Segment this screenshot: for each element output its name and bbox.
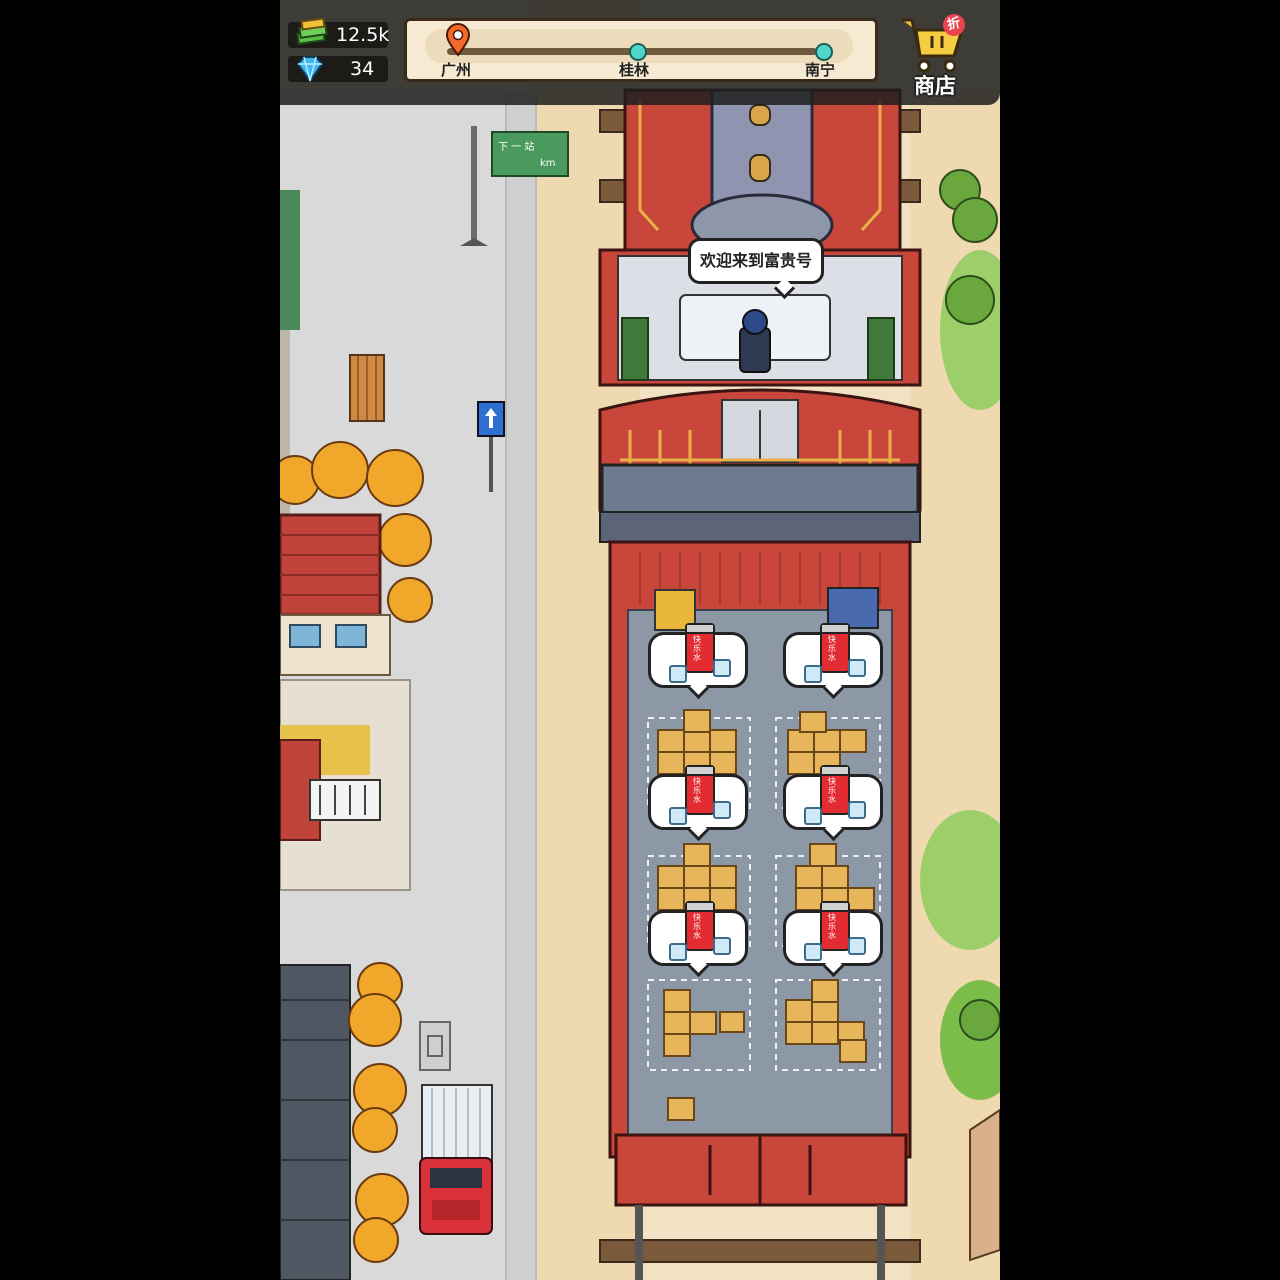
ice-cube-icon (669, 943, 687, 961)
route-stop-label: 南宁 (805, 61, 836, 79)
ice-cube-icon (713, 659, 731, 677)
cola-can-icon: 快乐水 (820, 765, 850, 815)
route-progress-panel: 广州 桂林 南宁 (404, 18, 878, 82)
ice-cube-icon (669, 665, 687, 683)
ice-cube-icon (713, 937, 731, 955)
ice-cube-icon (669, 807, 687, 825)
cola-can-icon: 快乐水 (820, 901, 850, 951)
cargo-request-bubble[interactable]: 快乐水 (783, 623, 883, 688)
cargo-request-bubble[interactable]: 快乐水 (783, 765, 883, 830)
route-stop-label: 广州 (441, 61, 472, 79)
can-label: 快乐水 (693, 777, 701, 804)
shop-label: 商店 (914, 74, 956, 98)
money-counter: 12.5k (288, 18, 390, 48)
ice-cube-icon (713, 801, 731, 819)
can-label: 快乐水 (828, 635, 836, 662)
cola-can-icon: 快乐水 (685, 901, 715, 951)
ice-cube-icon (848, 937, 866, 955)
location-pin-icon (445, 23, 471, 57)
scene-background (280, 0, 1000, 1280)
sign-line-2: km (540, 158, 556, 169)
can-label: 快乐水 (693, 913, 701, 940)
ice-cube-icon (804, 943, 822, 961)
cola-can-icon: 快乐水 (685, 765, 715, 815)
can-label: 快乐水 (693, 635, 701, 662)
ice-cube-icon (848, 659, 866, 677)
game-viewport[interactable]: 下 一 站 km 欢迎来到富贵号 快乐水 快乐水 快乐水 快乐水 快乐水 快乐水 (280, 0, 1000, 1280)
cola-can-icon: 快乐水 (820, 623, 850, 673)
gem-counter: 34 (288, 56, 388, 83)
next-station-sign: 下 一 站 km (498, 140, 568, 172)
ice-cube-icon (848, 801, 866, 819)
cargo-request-bubble[interactable]: 快乐水 (648, 901, 748, 966)
cash-stack-icon (296, 18, 328, 45)
cola-can-icon: 快乐水 (685, 623, 715, 673)
can-label: 快乐水 (828, 777, 836, 804)
can-label: 快乐水 (828, 913, 836, 940)
cargo-request-bubble[interactable]: 快乐水 (783, 901, 883, 966)
money-value: 12.5k (336, 24, 390, 46)
cargo-request-bubble[interactable]: 快乐水 (648, 765, 748, 830)
route-stop-label: 桂林 (619, 61, 650, 79)
driver-speech-bubble: 欢迎来到富贵号 (688, 238, 824, 284)
diamond-icon (296, 56, 324, 83)
ice-cube-icon (804, 665, 822, 683)
cargo-request-bubble[interactable]: 快乐水 (648, 623, 748, 688)
gem-value: 34 (350, 58, 375, 80)
ice-cube-icon (804, 807, 822, 825)
sign-line-1: 下 一 站 (498, 142, 535, 153)
